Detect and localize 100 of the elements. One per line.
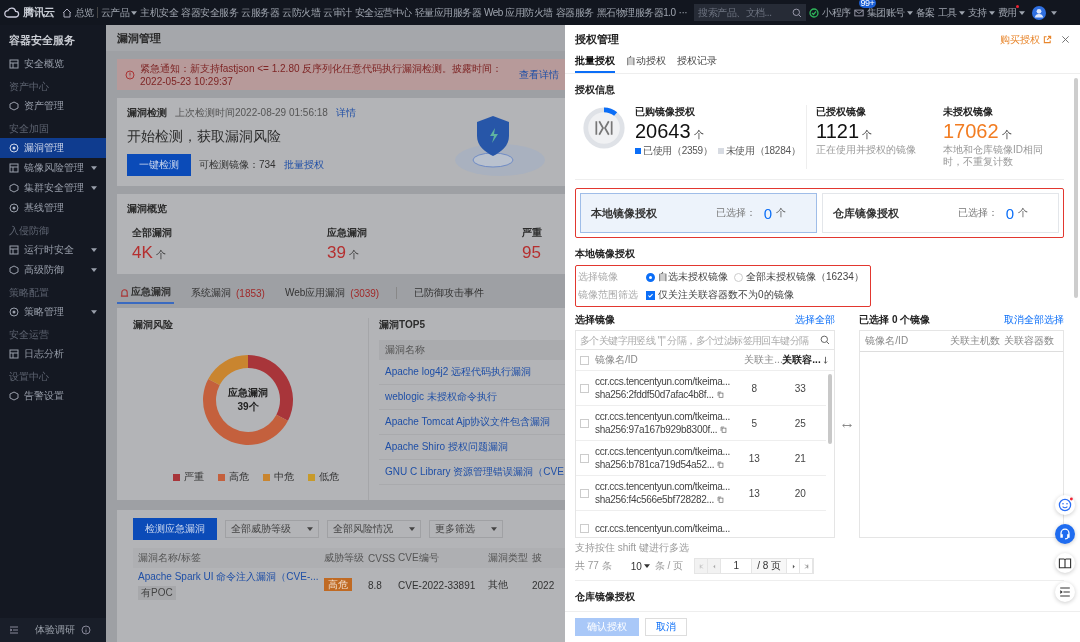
- nav-link[interactable]: 云防火墙: [282, 5, 320, 20]
- image-id: sha256:b781ca719d54a52...: [595, 459, 715, 470]
- checkbox-option[interactable]: 仅关注关联容器数不为0的镜像: [646, 288, 794, 302]
- tab[interactable]: 授权记录: [677, 54, 717, 73]
- nav-link[interactable]: 容器服务: [555, 5, 594, 20]
- page-size-select[interactable]: 10: [630, 560, 650, 572]
- sidebar-item[interactable]: 资产管理: [0, 96, 106, 116]
- nav-link[interactable]: 主机安全: [140, 5, 178, 20]
- checkbox[interactable]: [580, 523, 589, 533]
- list-button[interactable]: [1055, 582, 1075, 602]
- card-title: 漏洞TOP5: [379, 318, 426, 332]
- tab[interactable]: 批量授权: [575, 54, 615, 73]
- tab[interactable]: 系统漏洞 (1853): [188, 282, 268, 304]
- vulnerability-link[interactable]: Apache Shiro 授权问题漏洞: [385, 440, 508, 454]
- unit-label: 个: [693, 128, 704, 142]
- checkbox[interactable]: [580, 383, 589, 393]
- sidebar-item[interactable]: 基线管理: [0, 198, 106, 218]
- checkbox[interactable]: [580, 488, 589, 498]
- checkbox[interactable]: [580, 355, 589, 365]
- nav-link[interactable]: 云审计: [323, 5, 352, 20]
- batch-authorize-link[interactable]: 批量授权: [283, 158, 324, 172]
- collapse-menu-icon[interactable]: [9, 625, 19, 635]
- search-icon: [820, 335, 831, 345]
- vulnerability-link[interactable]: Apache Tomcat Ajp协议文件包含漏洞: [385, 415, 551, 429]
- sidebar-item[interactable]: 漏洞管理: [0, 138, 106, 158]
- sidebar-item[interactable]: 日志分析: [0, 344, 106, 364]
- nav-link[interactable]: 云服务器: [241, 5, 279, 20]
- tab[interactable]: 自动授权: [626, 54, 666, 73]
- nav-link[interactable]: Web 应用防火墙: [484, 5, 553, 20]
- sidebar-item[interactable]: 告警设置: [0, 386, 106, 406]
- menu-link[interactable]: 备案: [915, 5, 935, 20]
- avatar-icon[interactable]: [1031, 5, 1046, 20]
- usage-ring: [581, 105, 627, 151]
- feedback-button[interactable]: [1055, 495, 1075, 515]
- column-header: CVSS: [368, 552, 397, 564]
- copy-icon[interactable]: [716, 391, 724, 398]
- option-card[interactable]: 本地镜像授权 已选择： 0 个: [580, 193, 817, 233]
- support-button[interactable]: [1055, 524, 1075, 544]
- checkbox[interactable]: [646, 290, 655, 300]
- nav-link[interactable]: 容器安全服务: [181, 5, 238, 20]
- menu-link[interactable]: 工具: [937, 5, 965, 20]
- tab[interactable]: 应急漏洞: [117, 282, 174, 304]
- filter-dropdown[interactable]: 全部威胁等级: [225, 520, 319, 538]
- option-title: 仓库镜像授权: [833, 205, 900, 221]
- option-card[interactable]: 仓库镜像授权 已选择： 0 个: [822, 193, 1059, 233]
- last-scan-time: 上次检测时间2022-08-29 01:56:18: [175, 106, 328, 120]
- menu-link[interactable]: 支持: [967, 5, 995, 20]
- details-link[interactable]: 详情: [335, 106, 356, 120]
- column-header[interactable]: 关联主...: [744, 353, 781, 367]
- clear-selection-link[interactable]: 取消全部选择: [1004, 313, 1064, 327]
- select-all-link[interactable]: 选择全部: [795, 313, 836, 327]
- close-icon[interactable]: [1061, 35, 1070, 44]
- scrollbar[interactable]: [1074, 78, 1078, 298]
- scan-button[interactable]: 一键检测: [127, 154, 191, 176]
- tab[interactable]: Web应用漏洞 (3039): [281, 282, 383, 304]
- menu-link[interactable]: 费用: [997, 5, 1025, 20]
- target-icon: [9, 143, 19, 153]
- sidebar-item[interactable]: 运行时安全: [0, 240, 106, 260]
- sidebar-item[interactable]: 镜像风险管理: [0, 158, 106, 178]
- scan-emergency-button[interactable]: 检测应急漏洞: [133, 518, 217, 540]
- copy-icon[interactable]: [720, 426, 728, 433]
- caret-icon: [91, 268, 97, 272]
- vulnerability-link[interactable]: GNU C Library 资源管理错误漏洞（CVE: [385, 465, 564, 479]
- filter-dropdown[interactable]: 全部风险情况: [327, 520, 421, 538]
- vulnerability-link[interactable]: weblogic 未授权命令执行: [385, 390, 497, 404]
- column-header: 关联主机数: [950, 334, 1001, 348]
- mail-icon[interactable]: [853, 7, 864, 18]
- copy-icon[interactable]: [717, 461, 725, 468]
- checkbox[interactable]: [580, 418, 589, 428]
- docs-button[interactable]: [1055, 553, 1075, 573]
- vulnerability-link[interactable]: Apache Spark UI 命令注入漏洞（CVE-...: [138, 570, 319, 584]
- radio-button[interactable]: [646, 272, 655, 282]
- menu-link[interactable]: 集团账号: [866, 5, 913, 20]
- sidebar-item[interactable]: 策略管理: [0, 302, 106, 322]
- column-header[interactable]: 关联容...: [782, 353, 835, 367]
- table-cell-text: 33: [793, 382, 807, 394]
- sidebar-item[interactable]: 集群安全管理: [0, 178, 106, 198]
- tab[interactable]: 已防御攻击事件: [411, 282, 488, 304]
- sidebar-item[interactable]: 安全概览: [0, 54, 106, 74]
- vulnerability-link[interactable]: Apache log4j2 远程代码执行漏洞: [385, 365, 532, 379]
- search-field[interactable]: 搜索产品、文档...: [694, 4, 807, 21]
- radio-option[interactable]: 自选未授权镜像: [646, 270, 728, 284]
- cancel-button[interactable]: 取消: [645, 618, 687, 636]
- sidebar-item[interactable]: 高级防御: [0, 260, 106, 280]
- mini-program-link[interactable]: 小程序: [822, 5, 851, 20]
- more-link[interactable]: ···: [678, 7, 688, 18]
- target-icon: [9, 203, 19, 213]
- radio-option[interactable]: 全部未授权镜像（16234）: [734, 270, 864, 284]
- nav-link[interactable]: 轻量应用服务器: [414, 5, 481, 20]
- grid-icon: [9, 59, 19, 69]
- scrollbar[interactable]: [828, 374, 833, 444]
- caret-icon: [988, 10, 995, 15]
- image-id: sha256:f4c566e5bf728282...: [595, 494, 714, 505]
- checkbox[interactable]: [580, 453, 589, 463]
- nav-link[interactable]: 云产品: [100, 5, 137, 20]
- nav-link[interactable]: 安全运营中心: [354, 5, 412, 20]
- nav-link[interactable]: 黑石物理服务器1.0: [596, 5, 676, 20]
- copy-icon[interactable]: [717, 496, 724, 503]
- home-link[interactable]: 总览: [74, 5, 94, 20]
- filter-dropdown[interactable]: 更多筛选: [429, 520, 503, 538]
